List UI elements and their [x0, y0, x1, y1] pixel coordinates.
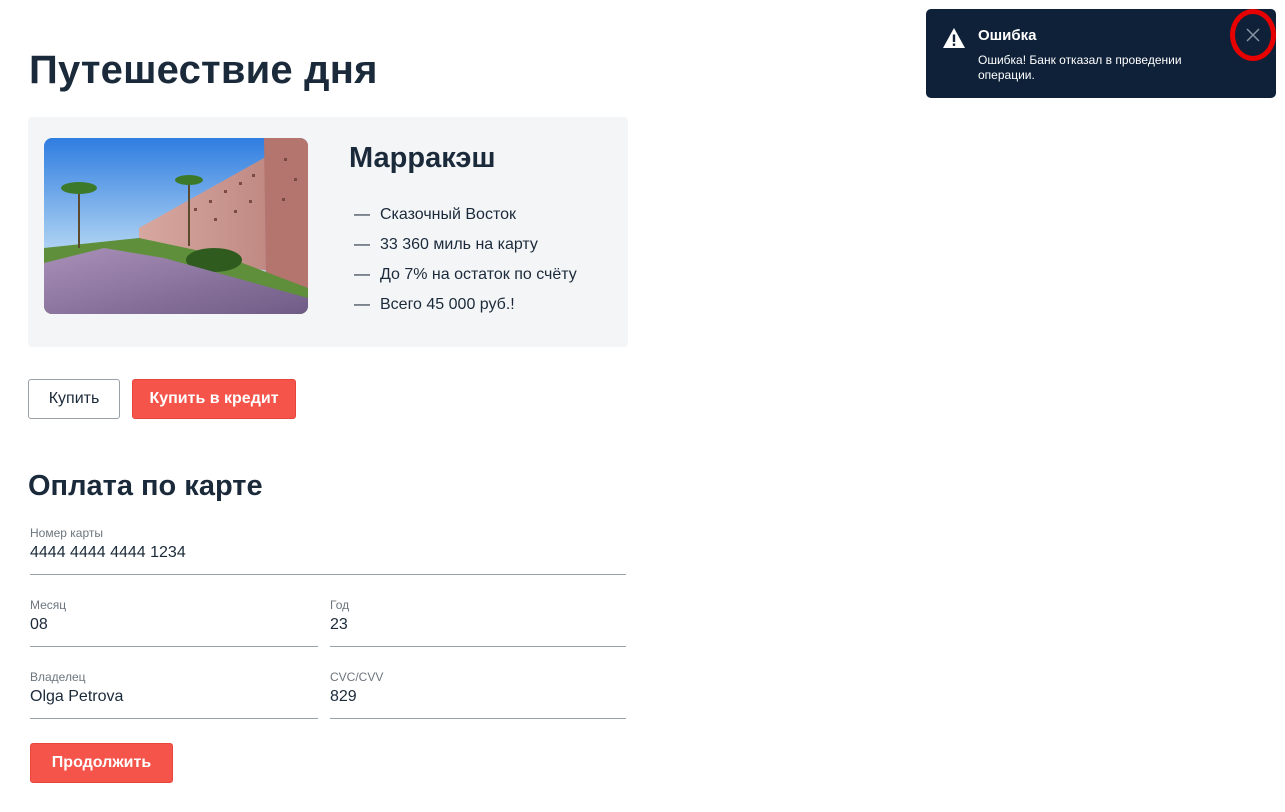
feature-text: Всего 45 000 руб.! — [380, 296, 515, 313]
feature-text: Сказочный Восток — [380, 206, 516, 223]
feature-dash: — — [354, 236, 370, 253]
offer-feature: — До 7% на остаток по счёту — [354, 260, 577, 290]
feature-text: До 7% на остаток по счёту — [380, 266, 577, 283]
month-field[interactable]: Месяц 08 — [30, 597, 318, 647]
cvc-field[interactable]: CVC/CVV 829 — [330, 669, 626, 719]
card-number-field[interactable]: Номер карты 4444 4444 4444 1234 — [30, 525, 626, 575]
offer-feature: — Всего 45 000 руб.! — [354, 290, 577, 320]
card-number-label: Номер карты — [30, 526, 103, 540]
buy-button[interactable]: Купить — [28, 379, 120, 419]
notification-title: Ошибка — [978, 27, 1037, 44]
offer-photo — [44, 138, 308, 314]
owner-input[interactable]: Olga Petrova — [30, 685, 318, 711]
buy-credit-button[interactable]: Купить в кредит — [132, 379, 296, 419]
feature-text: 33 360 миль на карту — [380, 236, 538, 253]
close-highlight-circle — [1230, 9, 1276, 61]
month-input[interactable]: 08 — [30, 613, 318, 639]
offer-image — [44, 138, 308, 314]
year-field[interactable]: Год 23 — [330, 597, 626, 647]
feature-dash: — — [354, 206, 370, 223]
warning-icon — [942, 27, 966, 49]
cvc-label: CVC/CVV — [330, 670, 384, 684]
offer-title: Марракэш — [349, 142, 496, 174]
continue-button[interactable]: Продолжить — [30, 743, 173, 783]
offer-feature: — Сказочный Восток — [354, 200, 577, 230]
owner-label: Владелец — [30, 670, 86, 684]
error-notification: Ошибка Ошибка! Банк отказал в проведении… — [926, 9, 1276, 98]
notification-message: Ошибка! Банк отказал в проведении операц… — [978, 53, 1182, 82]
owner-field[interactable]: Владелец Olga Petrova — [30, 669, 318, 719]
offer-card: Марракэш — Сказочный Восток — 33 360 миль … — [28, 117, 628, 347]
offer-feature: — 33 360 миль на карту — [354, 230, 577, 260]
payment-section-title: Оплата по карте — [28, 470, 263, 502]
feature-dash: — — [354, 266, 370, 283]
cvc-input[interactable]: 829 — [330, 685, 626, 711]
year-input[interactable]: 23 — [330, 613, 626, 639]
year-label: Год — [330, 598, 350, 612]
page-title: Путешествие дня — [29, 48, 378, 92]
feature-dash: — — [354, 296, 370, 313]
month-label: Месяц — [30, 598, 67, 612]
notification-close-button[interactable] — [1230, 9, 1276, 61]
card-number-input[interactable]: 4444 4444 4444 1234 — [30, 541, 626, 567]
offer-features-list: — Сказочный Восток —33 360 миль на карту … — [354, 200, 577, 320]
